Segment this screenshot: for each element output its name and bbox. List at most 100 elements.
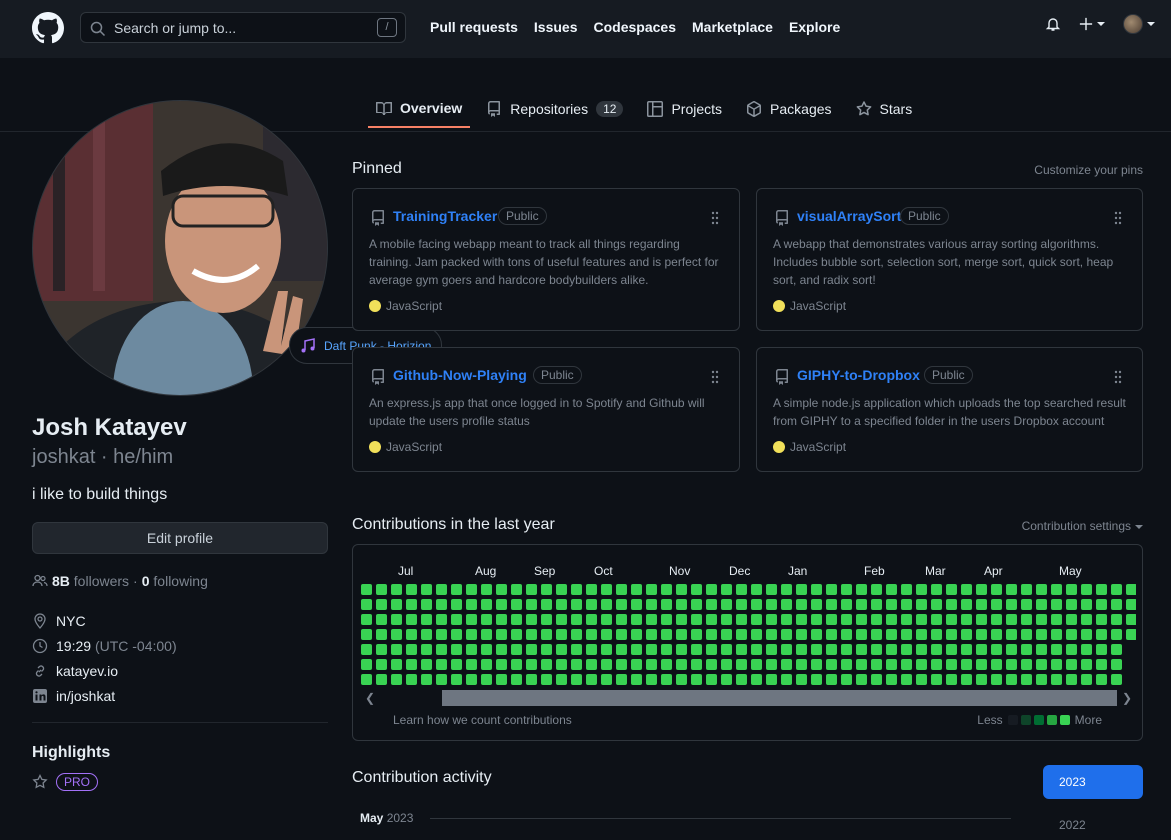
contribution-day-cell[interactable] [736,644,747,655]
nav-issues[interactable]: Issues [534,19,578,35]
contribution-day-cell[interactable] [481,674,492,685]
contribution-day-cell[interactable] [661,629,672,640]
contribution-day-cell[interactable] [901,659,912,670]
tab-stars[interactable]: Stars [848,90,921,128]
contribution-day-cell[interactable] [526,659,537,670]
followers-link[interactable]: 8B followers [52,573,129,589]
contribution-day-cell[interactable] [931,659,942,670]
contribution-day-cell[interactable] [811,584,822,595]
contribution-day-cell[interactable] [601,614,612,625]
contribution-day-cell[interactable] [1006,599,1017,610]
contribution-day-cell[interactable] [496,584,507,595]
contribution-day-cell[interactable] [1111,644,1122,655]
contribution-day-cell[interactable] [1126,629,1136,640]
contribution-day-cell[interactable] [511,674,522,685]
contribution-day-cell[interactable] [946,629,957,640]
github-logo-icon[interactable] [32,12,64,44]
contribution-day-cell[interactable] [991,629,1002,640]
contribution-day-cell[interactable] [976,584,987,595]
contribution-day-cell[interactable] [706,599,717,610]
contribution-day-cell[interactable] [1111,614,1122,625]
contribution-day-cell[interactable] [916,674,927,685]
contribution-day-cell[interactable] [676,659,687,670]
contribution-day-cell[interactable] [526,584,537,595]
contribution-day-cell[interactable] [826,629,837,640]
contribution-day-cell[interactable] [886,584,897,595]
contribution-day-cell[interactable] [616,629,627,640]
contribution-day-cell[interactable] [691,584,702,595]
contribution-day-cell[interactable] [556,599,567,610]
contribution-day-cell[interactable] [826,584,837,595]
contribution-day-cell[interactable] [586,629,597,640]
profile-avatar[interactable] [32,100,328,396]
contribution-day-cell[interactable] [631,599,642,610]
contribution-day-cell[interactable] [571,644,582,655]
contribution-day-cell[interactable] [796,644,807,655]
contribution-day-cell[interactable] [1126,614,1136,625]
contribution-day-cell[interactable] [721,644,732,655]
create-new-button[interactable] [1079,17,1105,31]
contribution-day-cell[interactable] [1066,629,1077,640]
contribution-day-cell[interactable] [931,614,942,625]
contribution-day-cell[interactable] [481,614,492,625]
contribution-day-cell[interactable] [886,659,897,670]
contribution-day-cell[interactable] [871,599,882,610]
contribution-day-cell[interactable] [466,674,477,685]
contribution-day-cell[interactable] [1126,584,1136,595]
contribution-day-cell[interactable] [646,584,657,595]
contribution-day-cell[interactable] [1021,674,1032,685]
contribution-day-cell[interactable] [391,674,402,685]
contribution-day-cell[interactable] [1081,584,1092,595]
nav-marketplace[interactable]: Marketplace [692,19,773,35]
contribution-day-cell[interactable] [601,629,612,640]
contribution-day-cell[interactable] [946,659,957,670]
contribution-day-cell[interactable] [976,629,987,640]
user-menu-button[interactable] [1123,14,1155,34]
contribution-day-cell[interactable] [1096,659,1107,670]
contribution-day-cell[interactable] [361,629,372,640]
contribution-day-cell[interactable] [991,584,1002,595]
contribution-day-cell[interactable] [376,599,387,610]
contribution-day-cell[interactable] [451,614,462,625]
contribution-day-cell[interactable] [1111,674,1122,685]
contribution-day-cell[interactable] [646,599,657,610]
contribution-day-cell[interactable] [421,629,432,640]
contribution-day-cell[interactable] [961,599,972,610]
contribution-day-cell[interactable] [556,584,567,595]
contribution-day-cell[interactable] [421,584,432,595]
contribution-day-cell[interactable] [436,614,447,625]
contribution-day-cell[interactable] [586,584,597,595]
contribution-day-cell[interactable] [1051,584,1062,595]
contribution-day-cell[interactable] [511,644,522,655]
contribution-day-cell[interactable] [721,584,732,595]
contribution-day-cell[interactable] [736,584,747,595]
contribution-day-cell[interactable] [781,659,792,670]
contribution-day-cell[interactable] [691,629,702,640]
contribution-day-cell[interactable] [946,584,957,595]
contribution-day-cell[interactable] [481,599,492,610]
contribution-day-cell[interactable] [781,614,792,625]
contribution-day-cell[interactable] [991,674,1002,685]
contribution-day-cell[interactable] [571,674,582,685]
tab-projects[interactable]: Projects [639,90,730,128]
contribution-day-cell[interactable] [1006,674,1017,685]
contribution-day-cell[interactable] [1021,584,1032,595]
drag-handle-icon[interactable] [1114,370,1122,384]
contribution-day-cell[interactable] [1006,644,1017,655]
contribution-day-cell[interactable] [496,614,507,625]
contribution-day-cell[interactable] [766,674,777,685]
contribution-day-cell[interactable] [1021,644,1032,655]
repo-name-link[interactable]: TrainingTracker [393,208,497,224]
contribution-day-cell[interactable] [691,614,702,625]
contribution-day-cell[interactable] [616,584,627,595]
contribution-day-cell[interactable] [436,599,447,610]
contribution-day-cell[interactable] [1081,599,1092,610]
contribution-day-cell[interactable] [1066,599,1077,610]
contribution-day-cell[interactable] [871,659,882,670]
contribution-day-cell[interactable] [436,674,447,685]
contribution-day-cell[interactable] [556,659,567,670]
contribution-day-cell[interactable] [376,614,387,625]
contribution-day-cell[interactable] [616,614,627,625]
nav-explore[interactable]: Explore [789,19,840,35]
contribution-day-cell[interactable] [1051,659,1062,670]
